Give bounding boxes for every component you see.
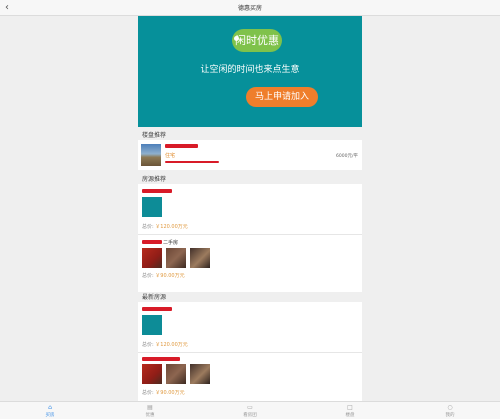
listing-photo [190,364,210,384]
listing-photo [166,248,186,268]
building-address-redacted [165,161,219,163]
listing-title-redacted [142,307,172,311]
home-icon: ⌂ [48,404,52,411]
listing-card[interactable]: 总价: ￥90.00万元 [138,353,362,402]
top-navigation-bar: ‹ 德惠买房 [0,0,500,16]
listing-photo [142,364,162,384]
group-icon: ▭ [247,404,253,411]
building-unit-price: 6000元/平 [336,154,358,159]
user-icon: ○ [447,404,453,411]
apply-join-button[interactable]: 马上申请加入 [246,87,318,107]
section-title-listing-recommend: 房源推荐 [142,176,167,183]
promo-banner[interactable]: 闲时优惠 让空闲的时间也来点生意 马上申请加入 [138,16,362,127]
building-icon: □ [347,404,353,411]
page-title: 德惠买房 [237,5,262,12]
section-title-building-recommend: 楼盘推荐 [142,132,167,139]
building-name-redacted [165,144,198,148]
listing-title-redacted [142,240,162,244]
bottom-tab-bar: ⌂ 买房 ▤ 优惠 ▭ 看房团 □ 楼盘 ○ 我的 [0,401,500,419]
promo-badge-label: 闲时优惠 [235,34,279,47]
listing-type-tag: 二手房 [163,240,179,246]
listing-price: 总价: ￥120.00万元 [142,342,188,348]
listing-photo [142,315,162,335]
listing-title-redacted [142,189,172,193]
tab-buildings[interactable]: □ 楼盘 [330,404,370,418]
listing-card[interactable]: 二手房 总价: ￥90.00万元 [138,235,362,292]
listing-price: 总价: ￥90.00万元 [142,390,185,396]
discount-icon: ▤ [147,404,153,411]
listing-card[interactable]: 总价: ￥120.00万元 [138,184,362,234]
tab-buy[interactable]: ⌂ 买房 [30,404,70,418]
tab-discount[interactable]: ▤ 优惠 [130,404,170,418]
tab-mine[interactable]: ○ 我的 [430,404,470,418]
listing-title-redacted [142,357,180,361]
building-type-tag: 住宅 [165,153,176,159]
promo-slogan: 让空闲的时间也来点生意 [200,65,300,75]
badge-dot [234,36,239,41]
section-title-latest-listings: 最新房源 [142,294,167,301]
listing-photo [142,248,162,268]
listing-card[interactable]: 总价: ￥120.00万元 [138,302,362,352]
building-photo [141,144,161,166]
main-content: 闲时优惠 让空闲的时间也来点生意 马上申请加入 楼盘推荐 住宅 6000元/平 … [138,16,362,402]
listing-price: 总价: ￥120.00万元 [142,224,188,230]
building-card[interactable]: 住宅 6000元/平 [138,140,362,170]
listing-photo [190,248,210,268]
listing-price: 总价: ￥90.00万元 [142,273,185,279]
tab-viewing-group[interactable]: ▭ 看房团 [230,404,270,418]
listing-photo [142,197,162,217]
listing-photo [166,364,186,384]
promo-badge: 闲时优惠 [232,29,282,52]
